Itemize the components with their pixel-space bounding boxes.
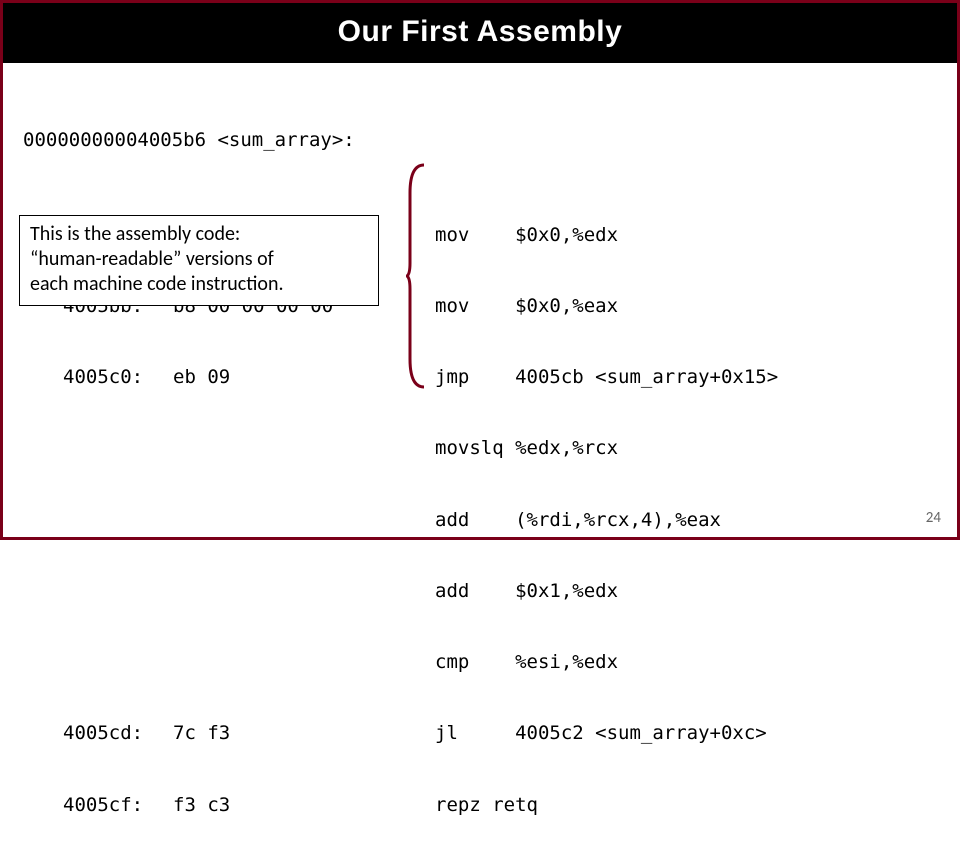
addr-cell bbox=[23, 437, 173, 461]
asm-cell: repz retq bbox=[393, 794, 937, 818]
disasm-row: 4005cd: 7c f3 jl 4005c2 <sum_array+0xc> bbox=[23, 722, 937, 746]
disasm-row: add $0x1,%edx bbox=[23, 580, 937, 604]
hex-cell bbox=[173, 437, 393, 461]
asm-cell: add (%rdi,%rcx,4),%eax bbox=[393, 509, 937, 533]
hex-cell bbox=[173, 580, 393, 604]
content-area: 00000000004005b6 <sum_array>: 4005b6: ba… bbox=[3, 63, 957, 865]
asm-cell: jl 4005c2 <sum_array+0xc> bbox=[393, 722, 937, 746]
hex-cell bbox=[173, 651, 393, 675]
disasm-row: 4005c0: eb 09 jmp 4005cb <sum_array+0x15… bbox=[23, 366, 937, 390]
disasm-row: cmp %esi,%edx bbox=[23, 651, 937, 675]
callout-line: “human-readable” versions of bbox=[30, 247, 368, 272]
addr-cell: 4005cd: bbox=[23, 722, 173, 746]
disasm-header: 00000000004005b6 <sum_array>: bbox=[23, 129, 937, 153]
addr-cell bbox=[23, 580, 173, 604]
addr-cell bbox=[23, 509, 173, 533]
slide-title: Our First Assembly bbox=[338, 15, 623, 48]
page-number: 24 bbox=[926, 509, 941, 527]
bracket-icon bbox=[406, 163, 426, 389]
disasm-row: add (%rdi,%rcx,4),%eax bbox=[23, 509, 937, 533]
title-bar: Our First Assembly bbox=[3, 3, 957, 63]
asm-cell: mov $0x0,%edx bbox=[393, 224, 937, 248]
hex-cell bbox=[173, 509, 393, 533]
disassembly-block: 00000000004005b6 <sum_array>: 4005b6: ba… bbox=[23, 81, 937, 865]
addr-cell: 4005cf: bbox=[23, 794, 173, 818]
callout-box: This is the assembly code: “human-readab… bbox=[19, 215, 379, 306]
asm-cell: add $0x1,%edx bbox=[393, 580, 937, 604]
asm-cell: cmp %esi,%edx bbox=[393, 651, 937, 675]
addr-cell bbox=[23, 651, 173, 675]
disasm-row: movslq %edx,%rcx bbox=[23, 437, 937, 461]
callout-line: This is the assembly code: bbox=[30, 222, 368, 247]
slide: Our First Assembly 00000000004005b6 <sum… bbox=[0, 0, 960, 540]
hex-cell: 7c f3 bbox=[173, 722, 393, 746]
disasm-row: 4005cf: f3 c3 repz retq bbox=[23, 794, 937, 818]
addr-cell: 4005c0: bbox=[23, 366, 173, 390]
callout-line: each machine code instruction. bbox=[30, 272, 368, 297]
asm-cell: jmp 4005cb <sum_array+0x15> bbox=[393, 366, 937, 390]
hex-cell: f3 c3 bbox=[173, 794, 393, 818]
asm-cell: mov $0x0,%eax bbox=[393, 295, 937, 319]
hex-cell: eb 09 bbox=[173, 366, 393, 390]
asm-cell: movslq %edx,%rcx bbox=[393, 437, 937, 461]
